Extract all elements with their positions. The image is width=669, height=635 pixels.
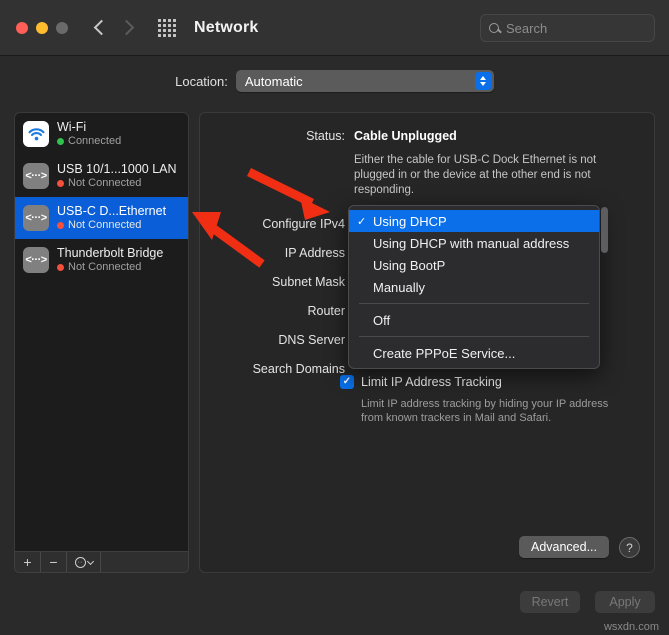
menu-item-using-dhcp-manual[interactable]: Using DHCP with manual address [349, 232, 599, 254]
location-stepper-icon[interactable] [474, 72, 492, 90]
search-input[interactable]: Search [480, 14, 655, 42]
menu-item-label: Off [373, 312, 391, 328]
network-services-list[interactable]: Wi-Fi Connected <···> USB 10/1...1000 LA… [14, 112, 189, 567]
minimize-button[interactable] [36, 21, 48, 34]
ethernet-icon: <···> [23, 247, 49, 273]
field-label: DNS Server [278, 333, 345, 347]
sidebar-item-status: Connected [57, 135, 121, 148]
add-service-button[interactable]: + [15, 552, 41, 572]
sidebar-item-status: Not Connected [57, 177, 177, 190]
maximize-button[interactable] [56, 21, 68, 34]
status-text: Not Connected [68, 177, 142, 189]
status-dot [57, 180, 64, 187]
navigation-arrows [93, 19, 135, 36]
sidebar-item-status: Not Connected [57, 219, 166, 232]
menu-item-label: Using BootP [373, 257, 446, 273]
ethernet-icon: <···> [23, 205, 49, 231]
status-text: Not Connected [68, 219, 142, 231]
help-button[interactable]: ? [619, 537, 640, 558]
menu-item-create-pppoe-service[interactable]: Create PPPoE Service... [349, 342, 599, 364]
apply-button[interactable]: Apply [595, 591, 655, 613]
location-select[interactable]: Automatic [235, 70, 494, 92]
status-text: Connected [68, 135, 122, 147]
status-dot [57, 264, 64, 271]
sidebar-item-wifi[interactable]: Wi-Fi Connected [15, 113, 188, 155]
service-actions-button[interactable]: ·· [67, 552, 101, 572]
remove-service-button[interactable]: − [41, 552, 67, 572]
status-text: Not Connected [68, 261, 142, 273]
search-placeholder: Search [506, 20, 548, 36]
menu-item-label: Using DHCP with manual address [373, 235, 570, 251]
menu-item-off[interactable]: Off [349, 309, 599, 331]
sidebar-item-usb-c-dock-ethernet[interactable]: <···> USB-C D...Ethernet Not Connected [15, 197, 188, 239]
ethernet-icon: <···> [23, 163, 49, 189]
close-button[interactable] [16, 21, 28, 34]
watermark: wsxdn.com [603, 621, 659, 633]
status-label: Status: [306, 129, 345, 143]
menu-item-using-dhcp[interactable]: ✓ Using DHCP [349, 210, 599, 232]
checkbox-label: Limit IP Address Tracking [361, 375, 502, 389]
status-value: Cable Unplugged [354, 129, 457, 143]
sidebar-item-label: Wi-Fi [57, 120, 87, 134]
field-label: Search Domains [252, 362, 345, 376]
status-dot [57, 138, 64, 145]
menu-item-label: Manually [373, 279, 426, 295]
forward-icon [118, 19, 135, 36]
sidebar-toolbar: + − ·· [14, 551, 189, 573]
sidebar-item-thunderbolt-bridge[interactable]: <···> Thunderbolt Bridge Not Connected [15, 239, 188, 281]
network-preferences-window: Network Search Location: Automatic Wi-Fi… [0, 0, 669, 635]
location-row: Location: Automatic [0, 70, 669, 92]
status-description: Either the cable for USB-C Dock Ethernet… [354, 154, 597, 196]
location-label: Location: [175, 73, 228, 89]
gear-icon: ·· [74, 556, 86, 568]
menu-item-label: Create PPPoE Service... [373, 345, 516, 361]
status-row: Status: Cable Unplugged [200, 129, 654, 143]
menu-scrollbar[interactable] [601, 207, 608, 253]
field-label: Router [307, 304, 345, 318]
sidebar-item-status: Not Connected [57, 261, 163, 274]
sidebar-item-label: Thunderbolt Bridge [57, 246, 164, 260]
status-dot [57, 222, 64, 229]
titlebar: Network Search [0, 0, 669, 56]
revert-button[interactable]: Revert [520, 591, 580, 613]
grid-apps-icon[interactable] [158, 18, 176, 37]
location-selected-value: Automatic [244, 73, 303, 89]
checkbox-checked-icon: ✓ [340, 375, 354, 389]
advanced-button[interactable]: Advanced... [518, 536, 609, 558]
chevron-down-icon [86, 557, 94, 565]
field-label: IP Address [284, 246, 345, 260]
search-icon [489, 23, 499, 33]
traffic-lights [16, 21, 68, 34]
field-label: Subnet Mask [272, 275, 345, 289]
sidebar-item-label: USB 10/1...1000 LAN [57, 162, 177, 176]
menu-separator [359, 336, 589, 337]
menu-item-manually[interactable]: Manually [349, 276, 599, 298]
checkmark-icon: ✓ [357, 215, 367, 228]
sidebar-item-usb-lan[interactable]: <···> USB 10/1...1000 LAN Not Connected [15, 155, 188, 197]
limit-ip-tracking-checkbox[interactable]: ✓ Limit IP Address Tracking [340, 375, 502, 389]
configure-ipv4-dropdown-menu[interactable]: ✓ Using DHCP Using DHCP with manual addr… [348, 205, 600, 369]
field-label: Configure IPv4 [262, 217, 345, 231]
wifi-icon [23, 121, 49, 147]
menu-item-using-bootp[interactable]: Using BootP [349, 254, 599, 276]
menu-separator [359, 303, 589, 304]
menu-item-label: Using DHCP [373, 213, 447, 229]
page-title: Network [194, 18, 259, 36]
back-icon[interactable] [93, 19, 110, 36]
sidebar-item-label: USB-C D...Ethernet [57, 204, 167, 218]
limit-ip-tracking-description: Limit IP address tracking by hiding your… [361, 398, 609, 424]
